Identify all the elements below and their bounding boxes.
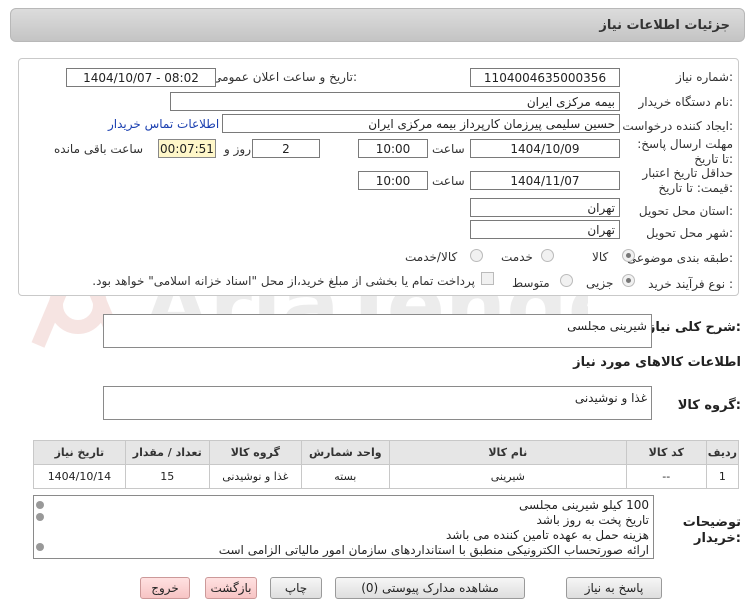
buyer-notes-line: ارائه صورتحساب الکترونیکی منطبق با استان…: [218, 543, 649, 557]
category-radio-both[interactable]: [470, 249, 483, 262]
category-option-both: کالا/خدمت: [405, 250, 458, 264]
col-header-item-name: نام کالا: [388, 440, 627, 465]
goods-group-field: غذا و نوشیدنی: [103, 386, 652, 420]
validity-time-label: ساعت: [432, 174, 465, 188]
scroll-dot-icon: [36, 501, 44, 509]
print-button[interactable]: چاپ: [270, 577, 322, 599]
summary-field: شیرینی مجلسی: [103, 314, 652, 348]
col-header-item-code: کد کالا: [625, 440, 707, 465]
cell-group: غذا و نوشیدنی: [208, 464, 302, 489]
remaining-timer: 00:07:51: [158, 139, 216, 158]
validity-label: حداقل تاریخ اعتبار قیمت: تا تاریخ:: [642, 166, 733, 195]
scroll-dot-icon: [36, 543, 44, 551]
days-label: روز و: [224, 142, 251, 156]
cell-item-code: --: [625, 464, 707, 489]
notes-scrollbar[interactable]: [34, 497, 48, 557]
purchase-type-label: نوع فرآیند خرید :: [648, 277, 733, 291]
days-field: 2: [252, 139, 320, 158]
attachments-button[interactable]: مشاهده مدارک پیوستی (0): [335, 577, 525, 599]
category-option-goods: کالا: [592, 250, 609, 264]
exit-button[interactable]: خروج: [140, 577, 190, 599]
remaining-label: ساعت باقی مانده: [54, 142, 144, 156]
items-table: ردیف کد کالا نام کالا واحد شمارش گروه کا…: [33, 440, 740, 489]
treasury-payment-checkbox[interactable]: [481, 272, 494, 285]
col-header-group: گروه کالا: [208, 440, 302, 465]
buyer-notes-line: تاریخ پخت به روز باشد: [536, 513, 649, 527]
creator-label: ایجاد کننده درخواست:: [622, 119, 733, 133]
province-label: استان محل تحویل:: [638, 204, 733, 218]
buyer-notes-line: 100 کیلو شیرینی مجلسی: [519, 498, 649, 512]
deadline-date-field: 1404/10/09: [470, 139, 620, 158]
page-title: جزئیات اطلاعات نیاز: [599, 18, 730, 33]
buyer-notes-field: 100 کیلو شیرینی مجلسی تاریخ پخت به روز ب…: [33, 495, 654, 559]
category-option-service: خدمت: [501, 250, 533, 264]
col-header-quantity: تعداد / مقدار: [124, 440, 210, 465]
scroll-dot-icon: [36, 513, 44, 521]
need-number-label: شماره نیاز:: [675, 70, 733, 84]
cell-row-number: 1: [705, 464, 740, 489]
table-header-row: ردیف کد کالا نام کالا واحد شمارش گروه کا…: [33, 440, 740, 465]
cell-item-name: شیرینی: [388, 464, 627, 489]
validity-date-field: 1404/11/07: [470, 171, 620, 190]
purchase-radio-medium[interactable]: [560, 274, 573, 287]
reply-button[interactable]: پاسخ به نیاز: [566, 577, 662, 599]
buyer-notes-line: هزینه حمل به عهده تامین کننده می باشد: [445, 528, 649, 542]
need-number-field: 1104004635000356: [470, 68, 620, 87]
province-field: تهران: [470, 198, 620, 217]
deadline-label: مهلت ارسال پاسخ: تا تاریخ:: [637, 137, 733, 166]
category-radio-service[interactable]: [541, 249, 554, 262]
back-button[interactable]: بازگشت: [205, 577, 257, 599]
city-field: تهران: [470, 220, 620, 239]
treasury-payment-note: پرداخت تمام یا بخشی از مبلغ خرید،از محل …: [92, 274, 475, 288]
summary-label: شرح کلی نیاز:: [647, 320, 741, 335]
col-header-row-number: ردیف: [705, 440, 740, 465]
announce-field: 1404/10/07 - 08:02: [66, 68, 216, 87]
table-row: 1 -- شیرینی بسته غذا و نوشیدنی 15 1404/1…: [33, 464, 740, 489]
announce-label: تاریخ و ساعت اعلان عمومی:: [212, 70, 357, 84]
category-radio-goods[interactable]: [622, 249, 635, 262]
buyer-org-field: بیمه مرکزی ایران: [170, 92, 620, 111]
deadline-time-field: 10:00: [358, 139, 428, 158]
purchase-radio-minor[interactable]: [622, 274, 635, 287]
buyer-org-label: نام دستگاه خریدار:: [638, 95, 734, 109]
buyer-contact-link[interactable]: اطلاعات تماس خریدار: [108, 117, 219, 131]
creator-field: حسین سلیمی پیرزمان کارپرداز بیمه مرکزی ا…: [222, 114, 620, 133]
category-label: طبقه بندی موضوعی:: [626, 251, 733, 265]
page-header: جزئیات اطلاعات نیاز: [10, 8, 745, 42]
col-header-unit: واحد شمارش: [300, 440, 390, 465]
city-label: شهر محل تحویل:: [646, 226, 733, 240]
cell-unit: بسته: [300, 464, 390, 489]
cell-quantity: 15: [124, 464, 210, 489]
goods-group-label: گروه کالا:: [677, 398, 741, 413]
validity-time-field: 10:00: [358, 171, 428, 190]
purchase-option-minor: جزیی: [586, 276, 614, 290]
goods-info-title: اطلاعات کالاهای مورد نیاز: [573, 355, 741, 370]
buyer-notes-label: توضیحات خریدار:: [682, 515, 741, 546]
deadline-time-label: ساعت: [432, 142, 465, 156]
col-header-need-date: تاریخ نیاز: [33, 440, 126, 465]
purchase-option-medium: متوسط: [512, 276, 550, 290]
cell-need-date: 1404/10/14: [33, 464, 126, 489]
